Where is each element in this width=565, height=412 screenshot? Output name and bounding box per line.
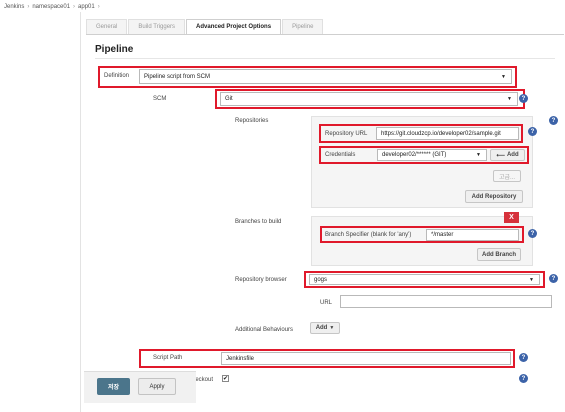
- help-icon[interactable]: ?: [528, 229, 537, 238]
- tab-general[interactable]: General: [86, 19, 128, 34]
- definition-label: Definition: [104, 73, 130, 79]
- repo-browser-label: Repository browser: [235, 277, 287, 283]
- repo-browser-select[interactable]: gogs ▼: [309, 274, 540, 285]
- key-icon: ⟵: [496, 152, 505, 159]
- script-path-field[interactable]: Jenkinsfile: [221, 352, 511, 365]
- help-icon[interactable]: ?: [549, 274, 558, 283]
- definition-select[interactable]: Pipeline script from SCM ▼: [139, 69, 512, 84]
- branch-specifier-field[interactable]: */master: [426, 229, 519, 241]
- divider: [95, 58, 555, 59]
- chevron-right-icon: ›: [97, 4, 100, 10]
- help-icon[interactable]: ?: [528, 127, 537, 136]
- script-path-label: Script Path: [153, 355, 183, 361]
- config-tabs: General Build Triggers Advanced Project …: [86, 18, 564, 35]
- credentials-label: Credentials: [325, 152, 356, 158]
- url-label: URL: [320, 300, 333, 306]
- branches-label: Branches to build: [235, 219, 282, 225]
- credentials-select-value: developer02/****** (GIT): [382, 152, 447, 158]
- page-title: Pipeline: [95, 44, 134, 55]
- add-credentials-button[interactable]: ⟵ Add: [490, 149, 525, 161]
- scm-select-value: Git: [225, 96, 233, 102]
- lightweight-checkout-checkbox[interactable]: ✔: [222, 375, 229, 382]
- delete-branch-button[interactable]: X: [504, 212, 519, 223]
- chevron-right-icon: ›: [27, 4, 30, 10]
- scm-label: SCM: [153, 96, 167, 102]
- apply-button[interactable]: Apply: [138, 378, 176, 395]
- tab-pipeline[interactable]: Pipeline: [282, 19, 324, 34]
- chevron-down-icon: ▼: [507, 96, 512, 102]
- tab-advanced-project-options[interactable]: Advanced Project Options: [186, 19, 282, 34]
- branch-specifier-label: Branch Specifier (blank for 'any'): [325, 232, 412, 238]
- add-credentials-label: Add: [506, 152, 519, 158]
- add-behaviour-label: Add: [315, 325, 328, 331]
- help-icon[interactable]: ?: [519, 94, 528, 103]
- definition-select-value: Pipeline script from SCM: [144, 73, 211, 80]
- chevron-down-icon: ▼: [529, 276, 534, 283]
- repo-url-field[interactable]: https://git.cloudzcp.io/developer02/samp…: [376, 127, 519, 140]
- help-icon[interactable]: ?: [549, 116, 558, 125]
- help-icon[interactable]: ?: [519, 374, 528, 383]
- credentials-select[interactable]: developer02/****** (GIT) ▼: [377, 149, 487, 161]
- tab-build-triggers[interactable]: Build Triggers: [128, 19, 186, 34]
- repositories-label: Repositories: [235, 118, 269, 124]
- save-button[interactable]: 저장: [97, 378, 130, 395]
- chevron-down-icon: ▼: [476, 152, 481, 158]
- chevron-down-icon: ▼: [501, 73, 506, 80]
- add-behaviour-button[interactable]: Add ▼: [310, 322, 340, 334]
- chevron-down-icon: ▼: [329, 325, 335, 331]
- help-icon[interactable]: ?: [519, 353, 528, 362]
- repo-url-label: Repository URL: [325, 131, 368, 137]
- url-field[interactable]: [340, 295, 552, 308]
- add-repository-button[interactable]: Add Repository: [465, 190, 523, 203]
- breadcrumb-namespace[interactable]: namespace01: [32, 4, 70, 10]
- additional-behaviours-label: Additional Behaviours: [235, 327, 294, 333]
- breadcrumb-jenkins[interactable]: Jenkins: [4, 4, 24, 10]
- repo-browser-select-value: gogs: [314, 276, 328, 283]
- add-branch-button[interactable]: Add Branch: [477, 248, 521, 261]
- breadcrumb-app[interactable]: app01: [78, 4, 95, 10]
- scm-select[interactable]: Git ▼: [220, 92, 518, 106]
- chevron-right-icon: ›: [73, 4, 76, 10]
- advanced-button[interactable]: 고급...: [493, 170, 521, 182]
